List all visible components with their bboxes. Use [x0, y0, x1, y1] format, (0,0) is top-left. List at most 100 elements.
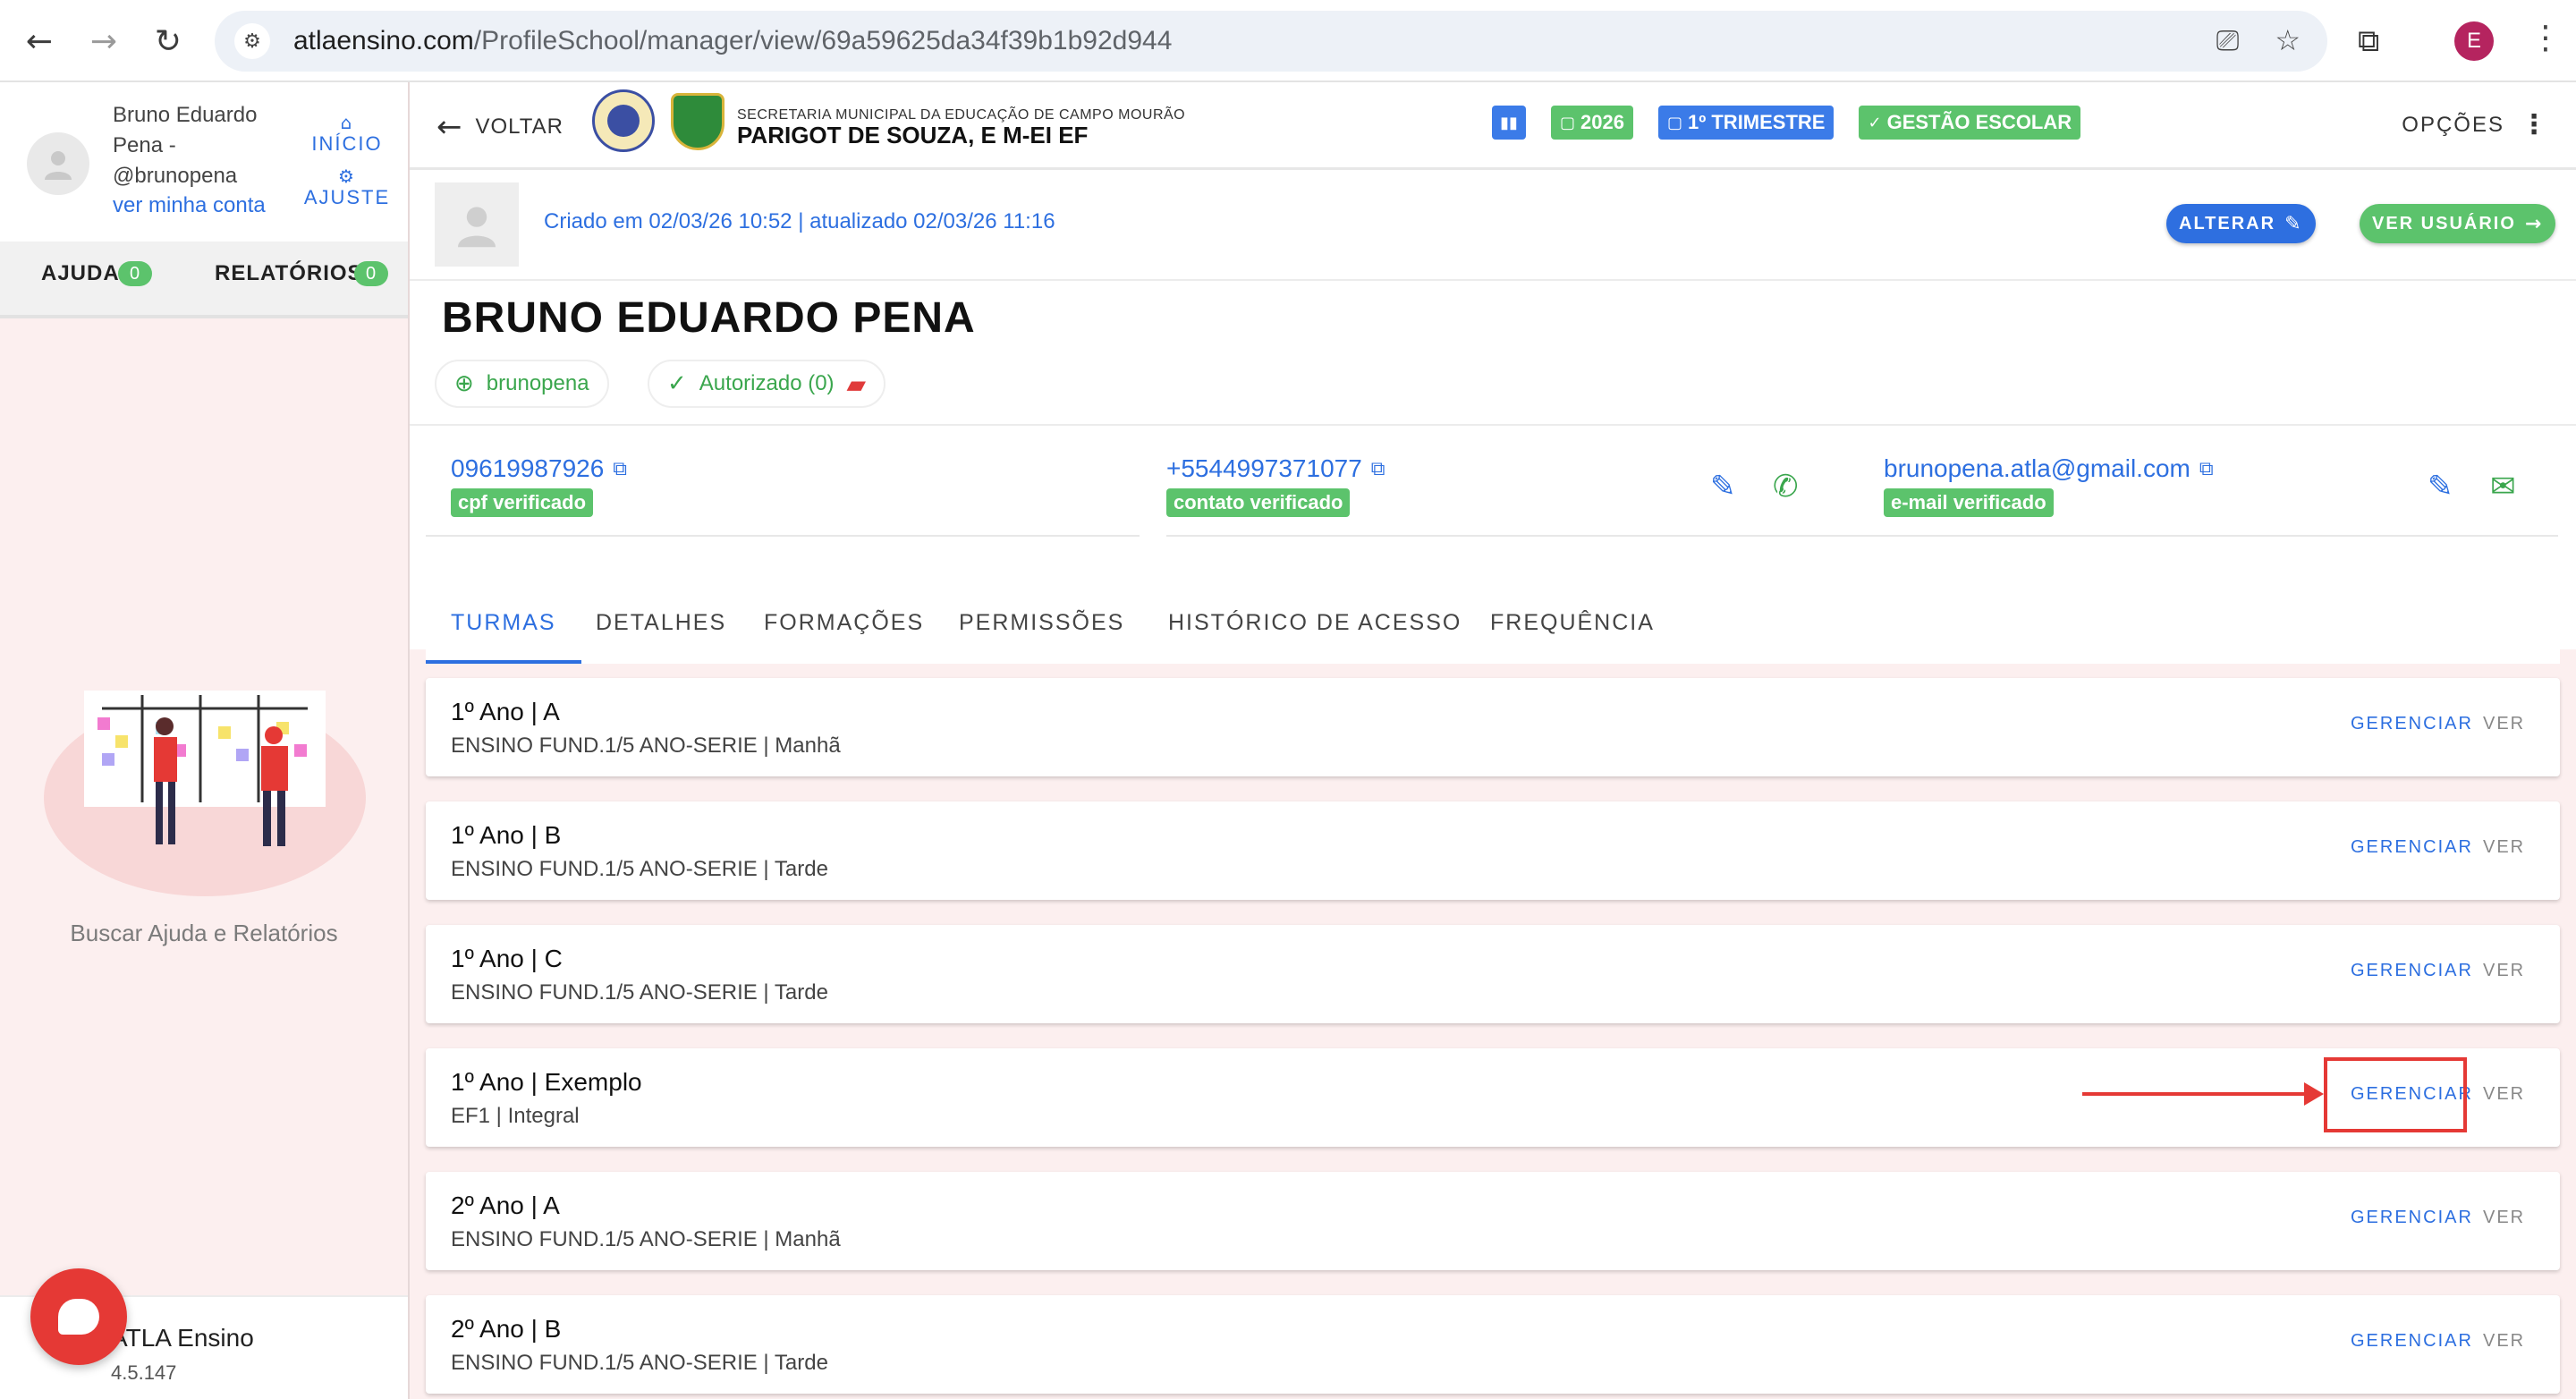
ver-button[interactable]: VER: [2483, 1084, 2525, 1105]
phone-contact: +5544997371077 ⧉ contato verificado: [1166, 454, 1385, 517]
annotation-highlight-box: [2324, 1057, 2467, 1132]
class-subtitle: ENSINO FUND.1/5 ANO-SERIE | Tarde: [451, 857, 828, 881]
divider: [1166, 535, 1882, 537]
school-name: PARIGOT DE SOUZA, E M-EI EF: [737, 122, 1089, 148]
help-search-text[interactable]: Buscar Ajuda e Relatórios: [0, 920, 408, 947]
divider: [410, 424, 2576, 426]
ver-button[interactable]: VER: [2483, 961, 2525, 981]
ver-button[interactable]: VER: [2483, 837, 2525, 858]
class-subtitle: ENSINO FUND.1/5 ANO-SERIE | Manhã: [451, 1227, 841, 1251]
sidebar-user-panel: Bruno Eduardo Pena - @brunopena ver minh…: [0, 82, 408, 242]
profile-avatar[interactable]: E: [2454, 21, 2494, 61]
extensions-icon[interactable]: ⧉: [2358, 23, 2379, 59]
mail-icon[interactable]: ✉: [2490, 469, 2516, 504]
tab-ajuda[interactable]: AJUDA 0: [41, 261, 152, 286]
divider: [1860, 535, 2558, 537]
authorized-pill[interactable]: ✓ Autorizado (0) ▰: [648, 360, 886, 408]
class-row[interactable]: 1º Ano | A ENSINO FUND.1/5 ANO-SERIE | M…: [426, 678, 2560, 776]
ver-button[interactable]: VER: [2483, 714, 2525, 734]
lock-icon: ▰: [846, 369, 867, 399]
check-circle-icon: ✓: [667, 370, 687, 397]
forward-arrow-icon[interactable]: →: [86, 23, 122, 60]
tab-historico-de-acesso[interactable]: HISTÓRICO DE ACESSO: [1168, 581, 1462, 664]
edit-phone-icon[interactable]: ✎: [1710, 469, 1736, 504]
class-subtitle: ENSINO FUND.1/5 ANO-SERIE | Tarde: [451, 980, 828, 1005]
email-contact: brunopena.atla@gmail.com ⧉ e-mail verific…: [1884, 454, 2214, 517]
help-illustration: [44, 691, 366, 896]
browser-menu-icon[interactable]: ⋮: [2529, 20, 2562, 56]
tab-turmas[interactable]: TURMAS: [426, 581, 581, 664]
ajuste-button[interactable]: ⚙ AJUSTE: [302, 166, 392, 209]
install-app-icon[interactable]: ⎚: [2216, 23, 2240, 58]
globe-icon: ⊕: [454, 370, 474, 397]
calendar-icon: ▢: [1560, 113, 1576, 132]
gerenciar-button[interactable]: GERENCIAR: [2351, 1331, 2473, 1352]
class-row[interactable]: 1º Ano | B ENSINO FUND.1/5 ANO-SERIE | T…: [426, 801, 2560, 900]
trimester-chip[interactable]: ▢ 1º TRIMESTRE: [1657, 106, 1835, 140]
annotation-arrow: [2082, 1082, 2324, 1106]
profile-timestamps: Criado em 02/03/26 10:52 | atualizado 02…: [544, 209, 1055, 233]
class-row[interactable]: 2º Ano | B ENSINO FUND.1/5 ANO-SERIE | T…: [426, 1295, 2560, 1394]
city-coat-of-arms-logo: [671, 93, 724, 150]
copy-icon[interactable]: ⧉: [613, 458, 627, 480]
relatorios-count-badge: 0: [354, 261, 388, 286]
tab-relatorios[interactable]: RELATÓRIOS 0: [215, 261, 388, 286]
options-button[interactable]: OPÇÕES ⋮: [2402, 109, 2549, 140]
gerenciar-button[interactable]: GERENCIAR: [2351, 1208, 2473, 1228]
cpf-value[interactable]: 09619987926: [451, 454, 604, 483]
tab-detalhes[interactable]: DETALHES: [596, 581, 726, 664]
copy-icon[interactable]: ⧉: [2199, 458, 2214, 480]
address-bar[interactable]: ⚙ atlaensino.com/ProfileSchool/manager/v…: [215, 11, 2327, 72]
gerenciar-button[interactable]: GERENCIAR: [2351, 837, 2473, 858]
arrow-right-icon: →: [2524, 212, 2544, 235]
class-title: 1º Ano | C: [451, 945, 563, 972]
phone-verified-badge: contato verificado: [1166, 488, 1351, 517]
class-subtitle: ENSINO FUND.1/5 ANO-SERIE | Manhã: [451, 733, 841, 758]
class-row[interactable]: 1º Ano | Exemplo EF1 | Integral GERENCIA…: [426, 1048, 2560, 1147]
phone-icon[interactable]: ✆: [1773, 469, 1799, 504]
profile-name: BRUNO EDUARDO PENA: [442, 294, 976, 342]
site-settings-icon[interactable]: ⚙: [234, 23, 270, 59]
main-content: ← VOLTAR SECRETARIA MUNICIPAL DA EDUCAÇÃ…: [410, 82, 2576, 1399]
user-avatar-icon: [27, 132, 89, 195]
url-text[interactable]: atlaensino.com/ProfileSchool/manager/vie…: [293, 26, 1172, 56]
inicio-button[interactable]: ⌂ INÍCIO: [302, 113, 392, 156]
brand-name: ATLA Ensino: [111, 1324, 254, 1352]
stats-chip[interactable]: ▮▮: [1492, 106, 1526, 140]
top-bar: ← VOLTAR SECRETARIA MUNICIPAL DA EDUCAÇÃ…: [410, 82, 2576, 170]
edit-email-icon[interactable]: ✎: [2428, 469, 2453, 504]
profile-tabs: TURMAS DETALHES FORMAÇÕES PERMISSÕES HIS…: [426, 581, 2560, 664]
tab-frequencia[interactable]: FREQUÊNCIA: [1490, 581, 1655, 664]
alterar-button[interactable]: ALTERAR ✎: [2166, 204, 2316, 243]
sidebar: Bruno Eduardo Pena - @brunopena ver minh…: [0, 82, 410, 1399]
tab-permissoes[interactable]: PERMISSÕES: [959, 581, 1124, 664]
gerenciar-button[interactable]: GERENCIAR: [2351, 961, 2473, 981]
cpf-verified-badge: cpf verificado: [451, 488, 594, 517]
profile-avatar-icon: [435, 182, 519, 267]
class-row[interactable]: 1º Ano | C ENSINO FUND.1/5 ANO-SERIE | T…: [426, 925, 2560, 1023]
year-chip[interactable]: ▢ 2026: [1551, 106, 1633, 140]
browser-chrome: ← → ↻ ⚙ atlaensino.com/ProfileSchool/man…: [0, 0, 2576, 82]
tab-formacoes[interactable]: FORMAÇÕES: [764, 581, 924, 664]
view-account-link[interactable]: ver minha conta: [113, 193, 266, 218]
class-title: 2º Ano | A: [451, 1191, 560, 1219]
management-chip[interactable]: ✓ GESTÃO ESCOLAR: [1859, 106, 2081, 140]
gerenciar-button[interactable]: GERENCIAR: [2351, 714, 2473, 734]
copy-icon[interactable]: ⧉: [1371, 458, 1385, 480]
calendar-icon: ▢: [1666, 113, 1682, 132]
ver-button[interactable]: VER: [2483, 1331, 2525, 1352]
ver-usuario-button[interactable]: VER USUÁRIO →: [2360, 204, 2556, 243]
ver-button[interactable]: VER: [2483, 1208, 2525, 1228]
email-value[interactable]: brunopena.atla@gmail.com: [1884, 454, 2190, 483]
reload-icon[interactable]: ↻: [150, 23, 186, 60]
phone-value[interactable]: +5544997371077: [1166, 454, 1362, 483]
username-pill[interactable]: ⊕ brunopena: [435, 360, 609, 408]
back-button[interactable]: ← VOLTAR: [436, 109, 564, 145]
sidebar-user-name: Bruno Eduardo Pena - @brunopena: [113, 103, 258, 188]
back-arrow-icon[interactable]: ←: [21, 23, 57, 60]
email-verified-badge: e-mail verificado: [1884, 488, 2054, 517]
bookmark-star-icon[interactable]: ☆: [2275, 23, 2301, 58]
class-row[interactable]: 2º Ano | A ENSINO FUND.1/5 ANO-SERIE | M…: [426, 1172, 2560, 1270]
chat-bubble-icon[interactable]: [30, 1268, 127, 1365]
arrow-left-icon: ←: [436, 109, 463, 145]
